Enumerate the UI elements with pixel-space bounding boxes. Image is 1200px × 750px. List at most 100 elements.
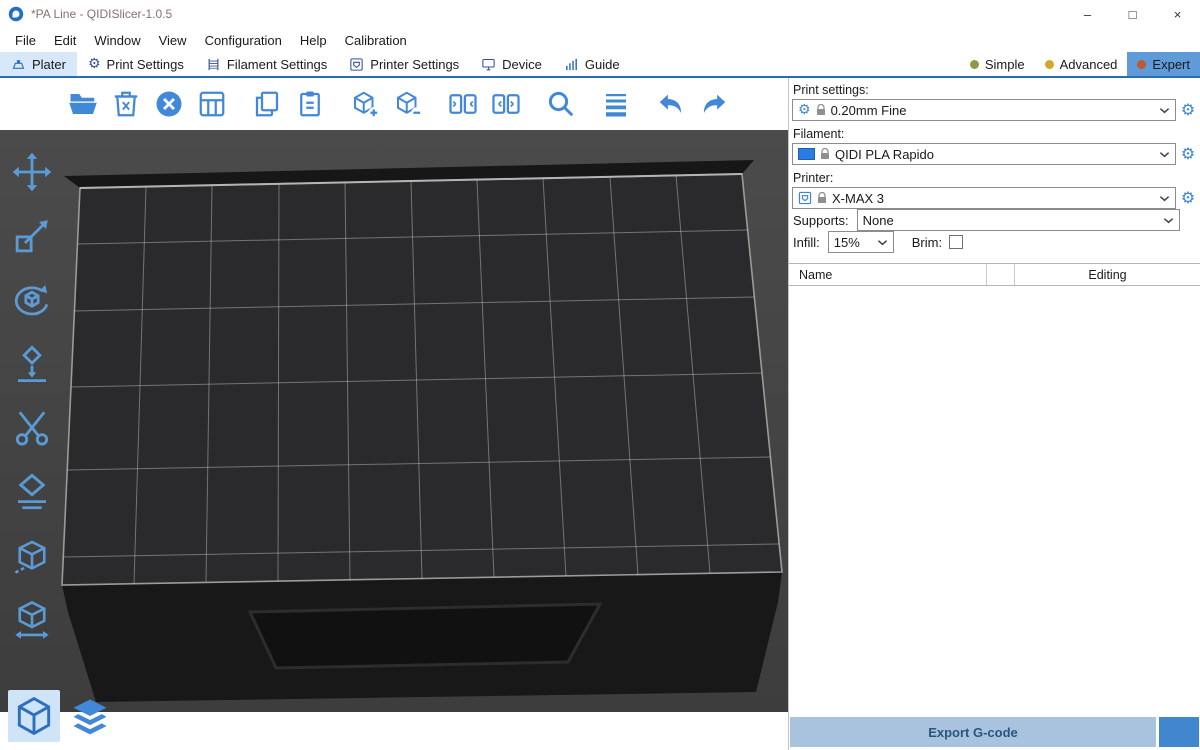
menu-item-window[interactable]: Window xyxy=(85,33,149,48)
print-settings-gear-button[interactable]: ⚙ xyxy=(1178,99,1198,121)
top-toolbar xyxy=(0,78,788,130)
toolbar-remove-instance-button[interactable] xyxy=(389,85,427,123)
tab-filament-settings[interactable]: Filament Settings xyxy=(195,52,338,76)
tab-label: Filament Settings xyxy=(227,57,327,72)
guide-icon xyxy=(564,57,579,72)
brim-checkbox[interactable] xyxy=(949,235,963,249)
menu-item-calibration[interactable]: Calibration xyxy=(336,33,416,48)
tab-label: Print Settings xyxy=(107,57,184,72)
infill-value: 15% xyxy=(834,235,860,250)
variable-layer-height-icon xyxy=(601,89,631,119)
toolbar-split-parts-button[interactable] xyxy=(487,85,525,123)
gear-icon: ⚙ xyxy=(1181,190,1195,206)
viewport xyxy=(0,78,788,750)
tab-print-settings[interactable]: ⚙ Print Settings xyxy=(77,52,195,76)
plater-icon xyxy=(11,57,26,72)
rotate-tool-button[interactable] xyxy=(6,274,58,326)
scale-tool-button[interactable] xyxy=(6,210,58,262)
print-settings-label: Print settings: xyxy=(793,83,1200,97)
infill-select[interactable]: 15% xyxy=(828,231,894,253)
toolbar-arrange-button[interactable] xyxy=(193,85,231,123)
print-settings-select[interactable]: ⚙ 0.20mm Fine xyxy=(792,99,1176,121)
menu-item-edit[interactable]: Edit xyxy=(45,33,85,48)
toolbar-redo-button[interactable] xyxy=(695,85,733,123)
toolbar-split-objects-button[interactable] xyxy=(444,85,482,123)
toolbar-delete-button[interactable] xyxy=(107,85,145,123)
place-on-face-icon xyxy=(11,343,53,385)
mode-label: Expert xyxy=(1152,57,1190,72)
simple-mode-dot-icon xyxy=(970,60,979,69)
column-header-name[interactable]: Name xyxy=(789,264,986,285)
gear-icon: ⚙ xyxy=(798,103,811,117)
tab-printer-settings[interactable]: Printer Settings xyxy=(338,52,470,76)
mode-simple[interactable]: Simple xyxy=(960,52,1035,76)
printer-gear-button[interactable]: ⚙ xyxy=(1178,187,1198,209)
toolbar-undo-button[interactable] xyxy=(652,85,690,123)
print-settings-icon: ⚙ xyxy=(88,57,101,71)
lock-icon xyxy=(817,192,827,204)
mode-expert[interactable]: Expert xyxy=(1127,52,1200,76)
object-list: Name Editing xyxy=(789,263,1200,711)
supports-label: Supports: xyxy=(793,213,849,228)
delete-all-icon xyxy=(154,89,184,119)
menu-item-file[interactable]: File xyxy=(6,33,45,48)
mirror-tool-button[interactable] xyxy=(6,594,58,646)
mode-label: Simple xyxy=(985,57,1025,72)
measure-tool-button[interactable] xyxy=(6,530,58,582)
device-icon xyxy=(481,57,496,72)
redo-icon xyxy=(699,89,729,119)
filament-gear-button[interactable]: ⚙ xyxy=(1178,143,1198,165)
tab-guide[interactable]: Guide xyxy=(553,52,631,76)
printer-value: X-MAX 3 xyxy=(832,191,884,206)
menu-item-configuration[interactable]: Configuration xyxy=(196,33,291,48)
measure-icon xyxy=(11,535,53,577)
column-header-editing[interactable]: Editing xyxy=(1014,264,1200,285)
remove-instance-icon xyxy=(393,89,423,119)
object-list-body[interactable] xyxy=(789,286,1200,711)
filament-color-swatch xyxy=(798,148,815,160)
paint-supports-icon xyxy=(11,471,53,513)
toolbar-search-button[interactable] xyxy=(542,85,580,123)
maximize-button[interactable]: □ xyxy=(1110,0,1155,28)
mode-advanced[interactable]: Advanced xyxy=(1035,52,1128,76)
filament-select[interactable]: QIDI PLA Rapido xyxy=(792,143,1176,165)
minimize-button[interactable]: – xyxy=(1065,0,1110,28)
menu-item-view[interactable]: View xyxy=(150,33,196,48)
toolbar-paste-button[interactable] xyxy=(291,85,329,123)
undo-icon xyxy=(656,89,686,119)
move-tool-button[interactable] xyxy=(6,146,58,198)
close-button[interactable]: × xyxy=(1155,0,1200,28)
menu-item-help[interactable]: Help xyxy=(291,33,336,48)
tab-label: Plater xyxy=(32,57,66,72)
tab-label: Device xyxy=(502,57,542,72)
canvas-3d[interactable] xyxy=(0,130,788,712)
split-to-objects-icon xyxy=(448,89,478,119)
supports-select[interactable]: None xyxy=(857,209,1180,231)
export-gcode-button[interactable]: Export G-code xyxy=(790,717,1156,747)
tab-plater[interactable]: Plater xyxy=(0,52,77,76)
column-header-spacer xyxy=(986,264,1014,285)
gear-icon: ⚙ xyxy=(1181,102,1195,118)
toolbar-copy-button[interactable] xyxy=(248,85,286,123)
expert-mode-dot-icon xyxy=(1137,60,1146,69)
export-row: Export G-code xyxy=(789,717,1200,750)
toolbar-open-button[interactable] xyxy=(64,85,102,123)
advanced-mode-dot-icon xyxy=(1045,60,1054,69)
export-options-button[interactable] xyxy=(1159,717,1199,747)
view-layers-button[interactable] xyxy=(64,690,116,742)
3d-view-icon xyxy=(12,694,56,738)
cut-tool-button[interactable] xyxy=(6,402,58,454)
toolbar-layer-height-button[interactable] xyxy=(597,85,635,123)
chevron-down-icon xyxy=(877,239,888,246)
object-list-header: Name Editing xyxy=(789,264,1200,286)
left-toolbar xyxy=(6,146,58,646)
tab-device[interactable]: Device xyxy=(470,52,553,76)
place-on-face-tool-button[interactable] xyxy=(6,338,58,390)
right-panel: Print settings: ⚙ 0.20mm Fine ⚙ Filament… xyxy=(788,78,1200,750)
paint-supports-tool-button[interactable] xyxy=(6,466,58,518)
toolbar-add-instance-button[interactable] xyxy=(346,85,384,123)
printer-select[interactable]: X-MAX 3 xyxy=(792,187,1176,209)
toolbar-delete-all-button[interactable] xyxy=(150,85,188,123)
view-3d-button[interactable] xyxy=(8,690,60,742)
paste-icon xyxy=(295,89,325,119)
